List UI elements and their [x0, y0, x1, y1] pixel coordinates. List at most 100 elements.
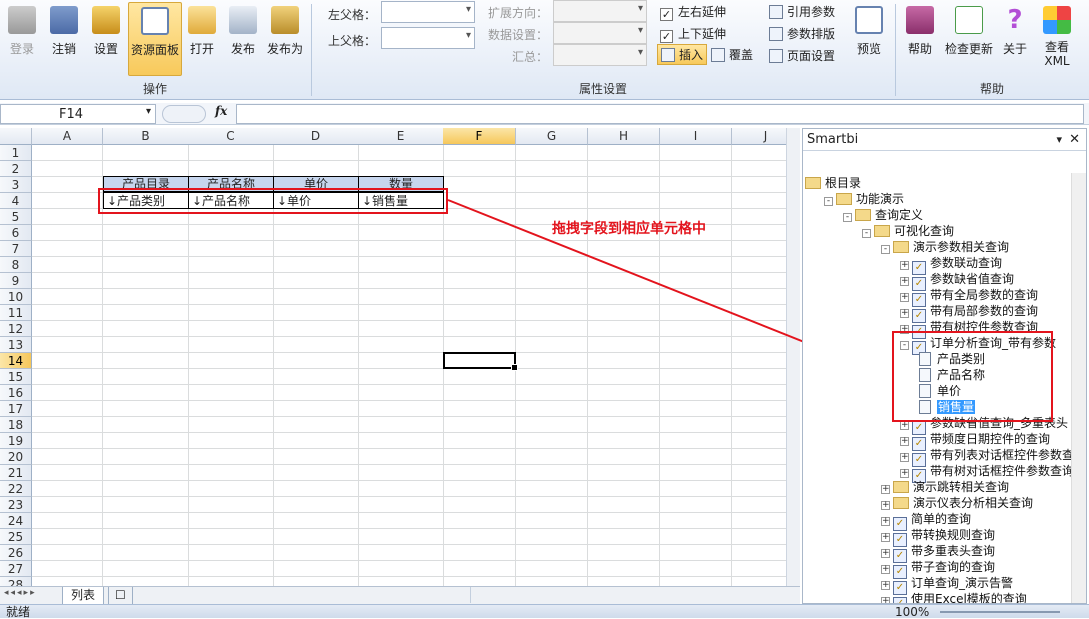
tree-node[interactable]: + ✓ 带有全局参数的查询 [900, 287, 1038, 307]
overwrite-button[interactable]: 覆盖 [711, 46, 753, 63]
help-button[interactable]: 帮助 [901, 2, 939, 76]
publish-button[interactable]: 发布 [224, 2, 262, 76]
about-button[interactable]: ? 关于 [998, 2, 1032, 76]
row-header[interactable]: 1 [0, 145, 32, 161]
expand-icon[interactable]: + [881, 517, 890, 526]
expand-icon[interactable]: + [881, 485, 890, 494]
collapse-icon[interactable]: - [824, 197, 833, 206]
horizontal-scrollbar[interactable] [470, 587, 784, 603]
fx-icon[interactable]: fx [215, 104, 227, 118]
expand-icon[interactable]: + [881, 565, 890, 574]
row-header[interactable]: 8 [0, 257, 32, 273]
expand-icon[interactable]: + [900, 453, 909, 462]
check-update-button[interactable]: 检查更新 [942, 2, 996, 76]
zoom-level[interactable]: 100% [895, 605, 929, 619]
column-header[interactable]: I [660, 128, 732, 145]
resource-panel-button[interactable]: 资源面板 [128, 2, 182, 76]
tree-node[interactable]: + ✓ 带频度日期控件的查询 [900, 431, 1050, 451]
data-setting-select[interactable] [553, 22, 647, 44]
preview-button[interactable]: 预览 [850, 2, 888, 76]
view-xml-button[interactable]: 查看 XML [1036, 2, 1078, 76]
column-header[interactable]: G [516, 128, 588, 145]
summary-select[interactable] [553, 44, 647, 66]
ud-extend-checkbox[interactable]: ✓ 上下延伸 [660, 25, 726, 43]
row-header[interactable]: 4 [0, 193, 32, 209]
column-header[interactable]: D [273, 128, 359, 145]
tree-node[interactable]: - 演示参数相关查询 [881, 239, 1009, 255]
close-icon[interactable]: ✕ [1069, 129, 1080, 151]
collapse-icon[interactable]: - [881, 245, 890, 254]
collapse-icon[interactable]: - [862, 229, 871, 238]
expand-icon[interactable]: + [881, 501, 890, 510]
tree-node[interactable]: + ✓ 带有列表对话框控件参数查询 [900, 447, 1071, 467]
sheet-tab[interactable]: 列表 [62, 587, 105, 605]
tree-node[interactable]: - 功能演示 [824, 191, 904, 207]
row-header[interactable]: 18 [0, 417, 32, 433]
row-header[interactable]: 17 [0, 401, 32, 417]
expand-icon[interactable]: + [881, 549, 890, 558]
tree-node[interactable]: + ✓ 订单查询_演示告警 [881, 575, 1013, 595]
column-header[interactable]: F [443, 128, 516, 145]
tree-node[interactable]: + ✓ 参数缺省值查询 [900, 271, 1014, 291]
vertical-scrollbar[interactable] [786, 128, 800, 588]
tree-node[interactable]: 根目录 [805, 175, 861, 191]
collapse-icon[interactable]: - [843, 213, 852, 222]
logout-button[interactable]: 注销 [44, 2, 84, 76]
row-header[interactable]: 5 [0, 209, 32, 225]
expand-icon[interactable]: + [881, 533, 890, 542]
row-header[interactable]: 24 [0, 513, 32, 529]
expand-icon[interactable]: + [900, 309, 909, 318]
column-header[interactable]: B [103, 128, 189, 145]
settings-button[interactable]: 设置 [86, 2, 126, 76]
row-header[interactable]: 22 [0, 481, 32, 497]
row-header[interactable]: 10 [0, 289, 32, 305]
expand-icon[interactable]: + [900, 293, 909, 302]
tree-node[interactable]: +✓ 使用Excel模板的查询 [881, 591, 1027, 603]
row-header[interactable]: 26 [0, 545, 32, 561]
tab-nav-arrows-icon[interactable]: ◂◂◂▸▸ [4, 588, 37, 598]
row-header[interactable]: 19 [0, 433, 32, 449]
insert-button[interactable]: 插入 [657, 44, 708, 65]
row-header[interactable]: 14 [0, 353, 32, 369]
row-header[interactable]: 9 [0, 273, 32, 289]
row-header[interactable]: 3 [0, 177, 32, 193]
expand-icon[interactable]: + [900, 277, 909, 286]
tree-node[interactable]: - 查询定义 [843, 207, 923, 223]
tree-node[interactable]: + ✓ 带子查询的查询 [881, 559, 995, 579]
tree-node[interactable]: + 演示仪表分析相关查询 [881, 495, 1033, 511]
left-parent-select[interactable] [381, 1, 475, 23]
row-header[interactable]: 13 [0, 337, 32, 353]
row-header[interactable]: 23 [0, 497, 32, 513]
page-settings-button[interactable]: 页面设置 [769, 47, 835, 64]
ref-params-button[interactable]: 引用参数 [769, 3, 835, 20]
name-box[interactable]: F14 [0, 104, 156, 124]
param-layout-button[interactable]: 参数排版 [769, 25, 835, 42]
row-header[interactable]: 20 [0, 449, 32, 465]
tree-node[interactable]: + ✓ 带有树对话框控件参数查询 [900, 463, 1071, 483]
row-header[interactable]: 15 [0, 369, 32, 385]
tree-node[interactable]: - 可视化查询 [862, 223, 954, 239]
tree-node[interactable]: + ✓ 带多重表头查询 [881, 543, 995, 563]
row-header[interactable]: 25 [0, 529, 32, 545]
expand-icon[interactable]: + [900, 437, 909, 446]
row-header[interactable]: 12 [0, 321, 32, 337]
expand-icon[interactable]: + [900, 421, 909, 430]
column-header[interactable]: C [188, 128, 274, 145]
publish-as-button[interactable]: 发布为 [264, 2, 306, 76]
expand-icon[interactable]: + [900, 469, 909, 478]
row-header[interactable]: 6 [0, 225, 32, 241]
tree-node[interactable]: + ✓ 简单的查询 [881, 511, 971, 531]
formula-slider[interactable] [162, 105, 206, 123]
expand-direction-select[interactable] [553, 0, 647, 22]
lr-extend-checkbox[interactable]: ✓ 左右延伸 [660, 3, 726, 21]
column-header[interactable]: E [358, 128, 444, 145]
expand-icon[interactable]: + [881, 597, 890, 603]
row-header[interactable]: 27 [0, 561, 32, 577]
open-button[interactable]: 打开 [184, 2, 220, 76]
row-header[interactable]: 11 [0, 305, 32, 321]
expand-icon[interactable]: + [900, 261, 909, 270]
tree-node[interactable]: + 演示跳转相关查询 [881, 479, 1009, 495]
row-header[interactable]: 21 [0, 465, 32, 481]
top-parent-select[interactable] [381, 27, 475, 49]
row-header[interactable]: 16 [0, 385, 32, 401]
